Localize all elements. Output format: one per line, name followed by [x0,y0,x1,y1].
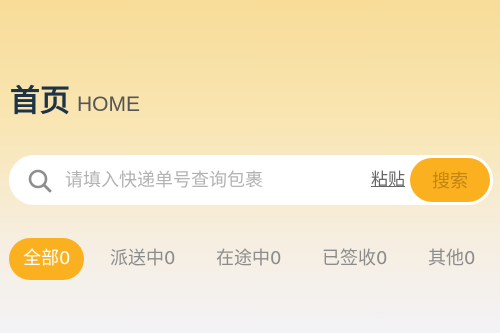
search-icon[interactable] [27,168,53,194]
paste-button[interactable]: 粘贴 [371,168,405,192]
page-title-main: 首页 [10,84,70,119]
search-button[interactable]: 搜索 [410,158,490,202]
tab-signed[interactable]: 已签收0 [322,238,387,280]
tracking-number-input[interactable] [65,167,355,193]
page-title-subtitle: HOME [77,93,140,116]
tab-other[interactable]: 其他0 [428,238,475,280]
search-bar: 粘贴 搜索 [9,155,493,205]
page-title: 首页 HOME [10,82,140,122]
status-tabs: 全部0 派送中0 在途中0 已签收0 其他0 [9,238,491,280]
tab-delivering[interactable]: 派送中0 [110,238,175,280]
tab-all[interactable]: 全部0 [9,238,85,280]
tab-in-transit[interactable]: 在途中0 [216,238,281,280]
